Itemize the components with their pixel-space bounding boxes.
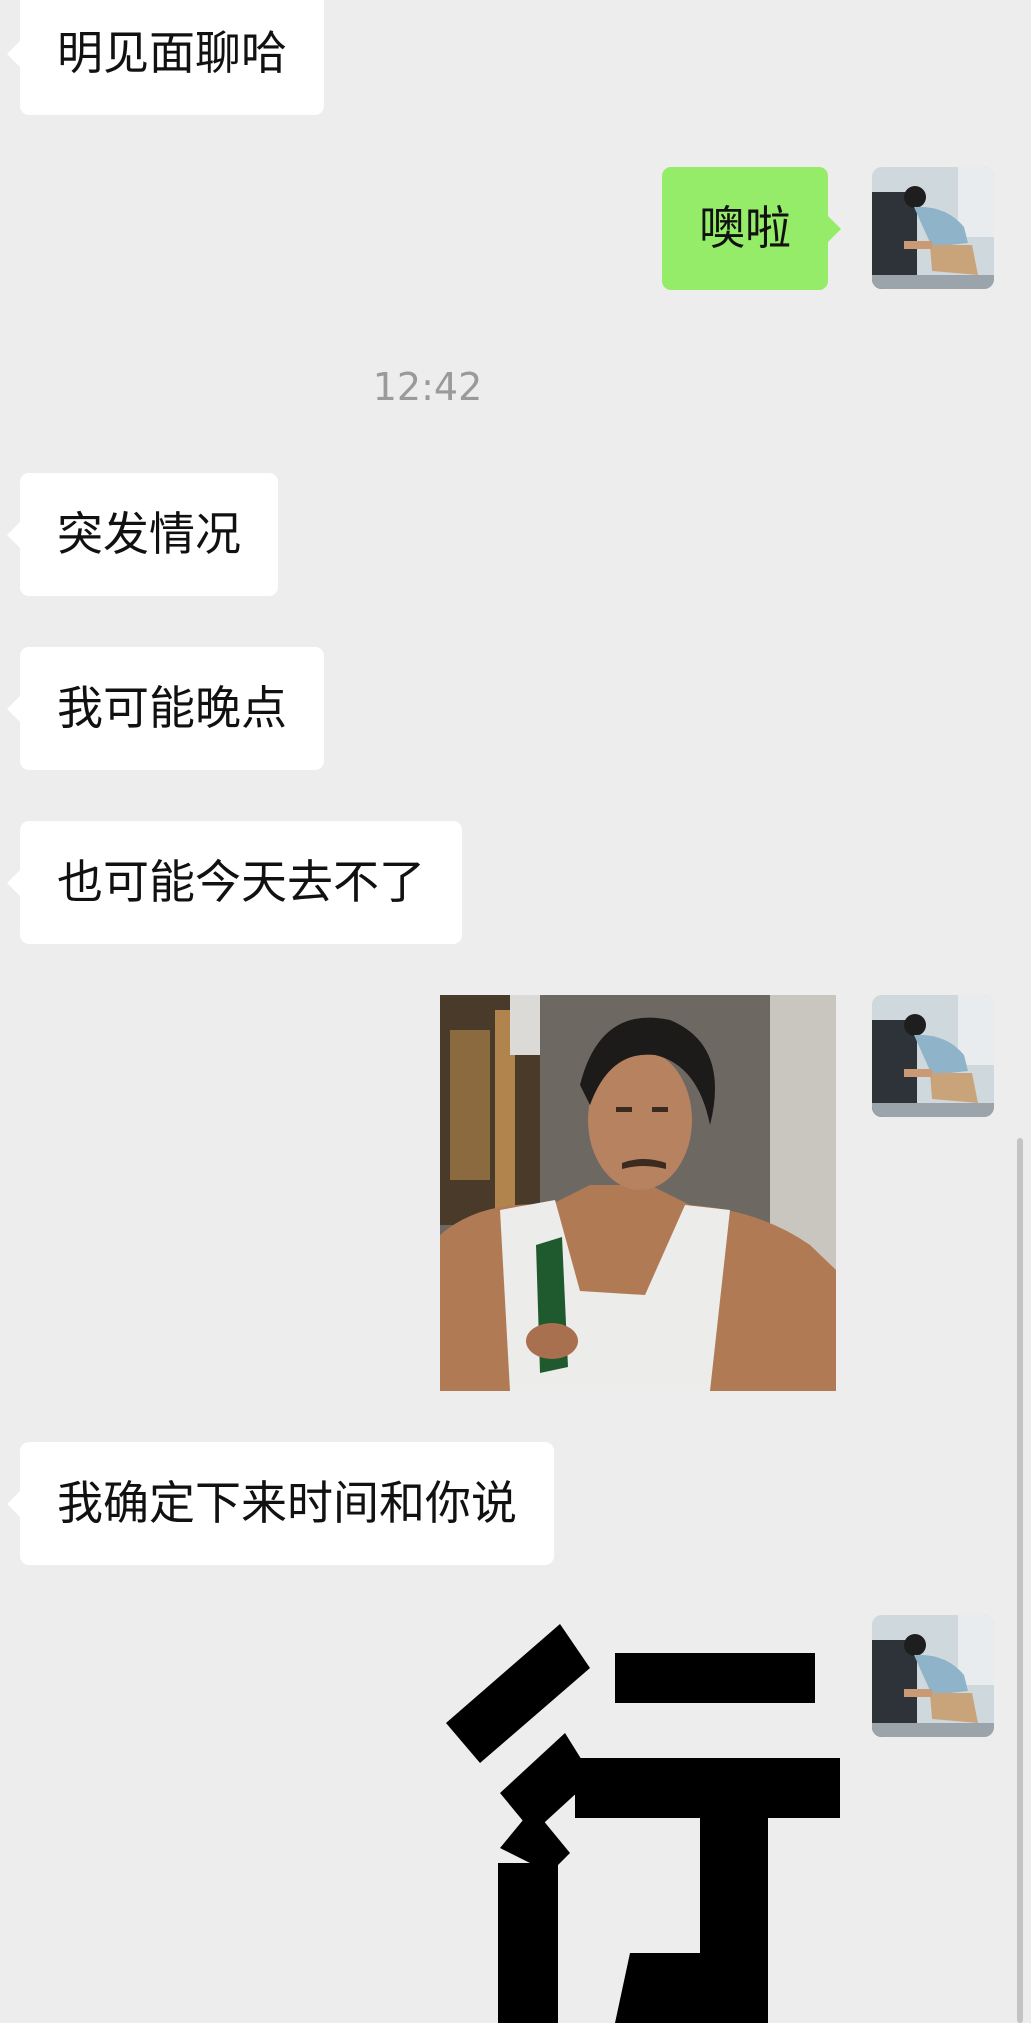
received-message-bubble[interactable]: 也可能今天去不了 <box>7 821 462 944</box>
message-text: 明见面聊哈 <box>57 26 287 80</box>
received-message-bubble[interactable]: 明见面聊哈 <box>7 0 324 115</box>
received-message-bubble[interactable]: 我确定下来时间和你说 <box>7 1442 554 1565</box>
message-text: 我确定下来时间和你说 <box>57 1476 517 1530</box>
user-avatar-icon[interactable] <box>872 995 994 1117</box>
sent-message-bubble[interactable]: 噢啦 <box>662 167 841 290</box>
sent-sticker-message[interactable] <box>440 1618 840 2023</box>
chat-timestamp: 12:42 <box>372 365 483 409</box>
avatar-image <box>872 1615 994 1737</box>
user-avatar-icon[interactable] <box>872 1615 994 1737</box>
message-text: 噢啦 <box>699 201 791 255</box>
user-avatar-icon[interactable] <box>872 167 994 289</box>
photo-image <box>440 995 836 1391</box>
chat-scrollbar[interactable] <box>1017 1138 1023 2023</box>
received-message-bubble[interactable]: 我可能晚点 <box>7 647 324 770</box>
message-text: 突发情况 <box>57 507 241 561</box>
message-text: 也可能今天去不了 <box>57 855 425 909</box>
message-text: 我可能晚点 <box>57 681 287 735</box>
sent-image-message[interactable] <box>440 995 836 1391</box>
sticker-glyph <box>446 1624 840 2023</box>
avatar-image <box>872 167 994 289</box>
received-message-bubble[interactable]: 突发情况 <box>7 473 278 596</box>
avatar-image <box>872 995 994 1117</box>
